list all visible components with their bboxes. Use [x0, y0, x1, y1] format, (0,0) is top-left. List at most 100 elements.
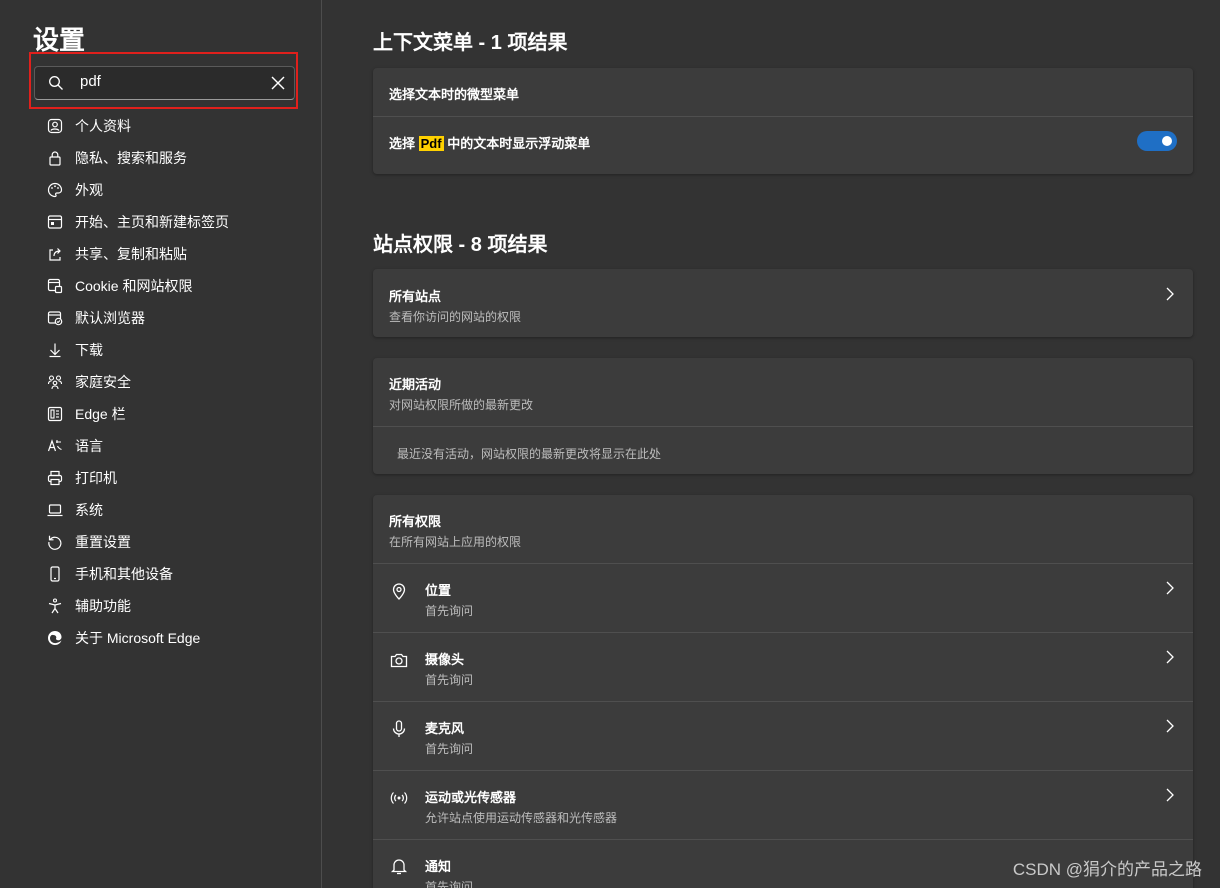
chevron-right-icon	[1166, 719, 1174, 733]
mini-menu-row[interactable]: 选择文本时的微型菜单	[373, 68, 1193, 117]
context-menu-heading: 上下文菜单 - 1 项结果	[373, 32, 568, 54]
permission-subtitle: 首先询问	[425, 742, 474, 756]
sidebar-item-label: 打印机	[75, 470, 117, 486]
bell-icon	[390, 859, 408, 875]
search-input[interactable]: pdf	[34, 66, 295, 100]
search-value[interactable]: pdf	[80, 73, 101, 90]
toggle-knob	[1162, 136, 1172, 146]
sidebar-item-label: Cookie 和网站权限	[75, 278, 193, 294]
all-permissions-subtitle: 在所有网站上应用的权限	[389, 535, 522, 549]
sidebar-item-phone[interactable]: 手机和其他设备	[0, 558, 322, 590]
all-sites-subtitle: 查看你访问的网站的权限	[389, 310, 522, 324]
sidebar-item-label: 隐私、搜索和服务	[75, 150, 187, 166]
sidebar-item-family[interactable]: 家庭安全	[0, 366, 322, 398]
all-sites-card[interactable]: 所有站点 查看你访问的网站的权限	[373, 269, 1193, 337]
chevron-right-icon	[1166, 287, 1174, 301]
recent-activity-title: 近期活动	[389, 377, 442, 392]
recent-activity-card: 近期活动 对网站权限所做的最新更改 最近没有活动，网站权限的最新更改将显示在此处	[373, 358, 1193, 474]
sidebar-nav: 个人资料 隐私、搜索和服务 外观 开始、主页和新建标签页 共享、复制和粘贴 Co…	[0, 110, 322, 654]
permission-subtitle: 首先询问	[425, 673, 474, 687]
chevron-right-icon	[1166, 788, 1174, 802]
sidebar-item-printers[interactable]: 打印机	[0, 462, 322, 494]
sidebar-item-privacy[interactable]: 隐私、搜索和服务	[0, 142, 322, 174]
site-permissions-heading: 站点权限 - 8 项结果	[373, 234, 548, 256]
sidebar-item-downloads[interactable]: 下载	[0, 334, 322, 366]
context-menu-card: 选择文本时的微型菜单 选择 Pdf 中的文本时显示浮动菜单	[373, 68, 1193, 174]
permission-title: 摄像头	[425, 652, 465, 667]
sidebar-item-about[interactable]: 关于 Microsoft Edge	[0, 622, 322, 654]
permission-motion-sensors[interactable]: 运动或光传感器 允许站点使用运动传感器和光传感器	[373, 771, 1193, 840]
site-permissions-icon	[46, 277, 64, 295]
sidebar-item-profile[interactable]: 个人资料	[0, 110, 322, 142]
recent-activity-subtitle: 对网站权限所做的最新更改	[389, 398, 534, 412]
edge-bar-icon	[46, 405, 64, 423]
sidebar-item-label: 下载	[75, 342, 103, 358]
permission-location[interactable]: 位置 首先询问	[373, 564, 1193, 633]
language-icon	[46, 437, 64, 455]
permission-subtitle: 首先询问	[425, 604, 474, 618]
watermark: CSDN @狷介的产品之路	[1012, 860, 1202, 879]
phone-icon	[46, 565, 64, 583]
permission-title: 麦克风	[425, 721, 465, 736]
sidebar-item-label: 家庭安全	[75, 374, 131, 390]
sidebar-item-label: Edge 栏	[75, 406, 126, 422]
sidebar-item-label: 系统	[75, 502, 103, 518]
close-icon[interactable]	[270, 75, 286, 91]
sidebar-item-label: 外观	[75, 182, 103, 198]
location-icon	[392, 583, 406, 600]
download-icon	[46, 341, 64, 359]
profile-icon	[46, 117, 64, 135]
palette-icon	[46, 181, 64, 199]
sensor-icon	[390, 792, 408, 804]
permission-title: 通知	[425, 859, 452, 874]
sidebar-item-reset[interactable]: 重置设置	[0, 526, 322, 558]
floating-menu-toggle[interactable]	[1137, 131, 1177, 151]
sidebar-item-label: 个人资料	[75, 118, 131, 134]
title-suffix: 中的文本时显示浮动菜单	[443, 136, 591, 151]
sidebar: 设置 pdf 个人资料 隐私、搜索和服务 外观 开始、主页和新建标签页 共享、复…	[0, 0, 322, 888]
sidebar-item-label: 语言	[75, 438, 103, 454]
title-prefix: 选择	[389, 136, 419, 151]
permission-title: 位置	[425, 583, 452, 598]
recent-activity-header: 近期活动 对网站权限所做的最新更改	[373, 358, 1193, 427]
search-icon	[49, 76, 63, 90]
camera-icon	[390, 653, 408, 668]
permission-camera[interactable]: 摄像头 首先询问	[373, 633, 1193, 702]
permission-subtitle: 允许站点使用运动传感器和光传感器	[425, 811, 618, 825]
sidebar-item-label: 默认浏览器	[75, 310, 145, 326]
all-permissions-header: 所有权限 在所有网站上应用的权限	[373, 495, 1193, 564]
microphone-icon	[392, 720, 406, 737]
sidebar-item-label: 辅助功能	[75, 598, 131, 614]
chevron-right-icon	[1166, 650, 1174, 664]
permission-microphone[interactable]: 麦克风 首先询问	[373, 702, 1193, 771]
recent-activity-empty: 最近没有活动，网站权限的最新更改将显示在此处	[373, 427, 1193, 474]
sidebar-item-languages[interactable]: 语言	[0, 430, 322, 462]
sidebar-item-start-page[interactable]: 开始、主页和新建标签页	[0, 206, 322, 238]
row-title: 选择 Pdf 中的文本时显示浮动菜单	[389, 133, 590, 152]
chevron-right-icon	[1166, 581, 1174, 595]
row-title: 选择文本时的微型菜单	[389, 87, 520, 102]
family-icon	[46, 373, 64, 391]
sidebar-item-share[interactable]: 共享、复制和粘贴	[0, 238, 322, 270]
sidebar-item-accessibility[interactable]: 辅助功能	[0, 590, 322, 622]
sidebar-item-label: 关于 Microsoft Edge	[75, 630, 201, 646]
share-icon	[46, 245, 64, 263]
permission-subtitle: 首先询问	[425, 880, 474, 888]
all-sites-title: 所有站点	[389, 289, 442, 304]
main-content: 上下文菜单 - 1 项结果 选择文本时的微型菜单 选择 Pdf 中的文本时显示浮…	[323, 0, 1220, 888]
sidebar-item-edge-bar[interactable]: Edge 栏	[0, 398, 322, 430]
sidebar-item-default-browser[interactable]: 默认浏览器	[0, 302, 322, 334]
edge-logo-icon	[46, 629, 64, 647]
permission-title: 运动或光传感器	[425, 790, 517, 805]
sidebar-item-appearance[interactable]: 外观	[0, 174, 322, 206]
pdf-floating-menu-row: 选择 Pdf 中的文本时显示浮动菜单	[373, 117, 1193, 166]
sidebar-item-label: 开始、主页和新建标签页	[75, 214, 229, 230]
system-icon	[46, 501, 64, 519]
all-permissions-title: 所有权限	[389, 514, 442, 529]
accessibility-icon	[46, 597, 64, 615]
sidebar-item-cookies[interactable]: Cookie 和网站权限	[0, 270, 322, 302]
sidebar-item-label: 重置设置	[75, 534, 131, 550]
default-browser-icon	[46, 309, 64, 327]
search-highlight: Pdf	[418, 136, 444, 151]
sidebar-item-system[interactable]: 系统	[0, 494, 322, 526]
